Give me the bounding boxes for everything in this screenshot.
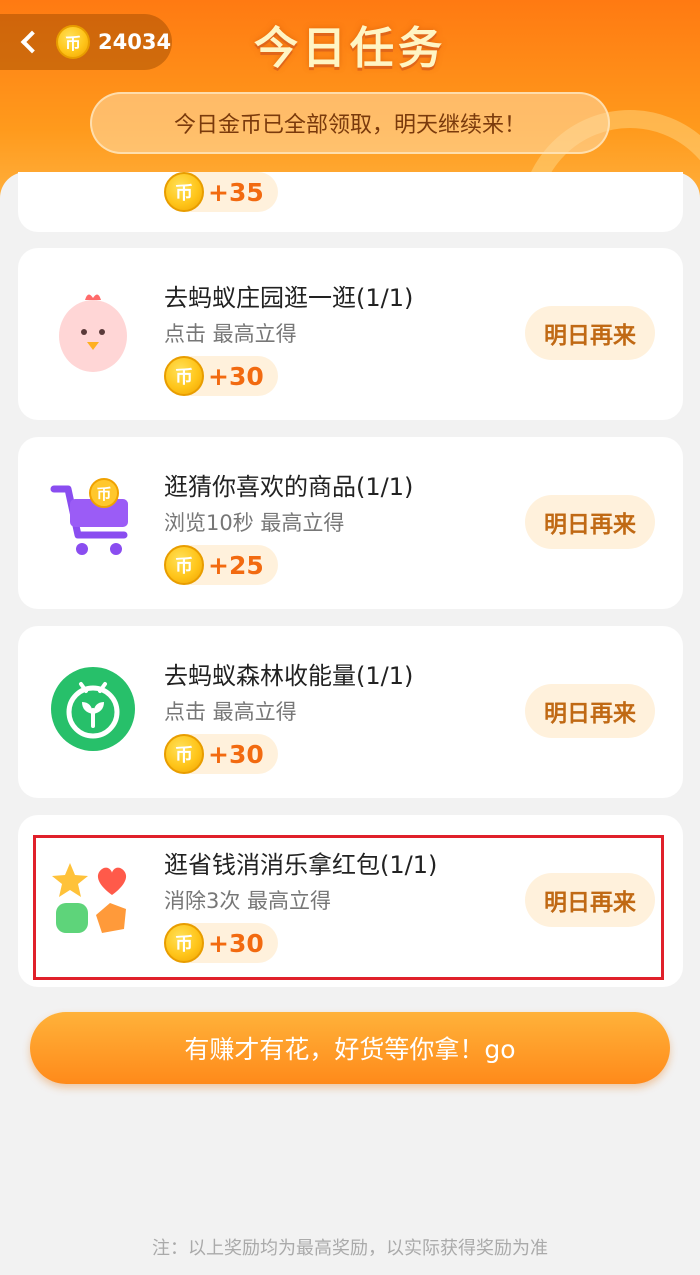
- reward-badge: 币 +30: [164, 923, 278, 963]
- coin-icon: 币: [164, 734, 204, 774]
- coin-icon: 币: [164, 356, 204, 396]
- reward-badge: 币 +30: [164, 356, 278, 396]
- reward-badge: 币 +35: [164, 172, 278, 212]
- notice-banner: 今日金币已全部领取，明天继续来！: [90, 92, 610, 154]
- svg-text:币: 币: [96, 485, 111, 503]
- task-card-partial: 币 +35: [18, 172, 683, 232]
- reward-badge: 币 +25: [164, 545, 278, 585]
- reward-amount: +30: [208, 739, 264, 769]
- task-card-ant-forest: 去蚂蚁森林收能量(1/1) 点击 最高立得 币 +30 明日再来: [18, 626, 683, 798]
- shop-go-button[interactable]: 有赚才有花，好货等你拿！go: [30, 1012, 670, 1084]
- reward-badge: 币 +30: [164, 734, 278, 774]
- task-subtitle: 浏览10秒 最高立得: [164, 511, 345, 535]
- come-back-tomorrow-button[interactable]: 明日再来: [525, 873, 655, 927]
- reward-amount: +30: [208, 928, 264, 958]
- coin-icon: 币: [164, 172, 204, 212]
- task-title: 去蚂蚁庄园逛一逛(1/1): [164, 284, 414, 312]
- come-back-tomorrow-button[interactable]: 明日再来: [525, 684, 655, 738]
- footnote: 注：以上奖励均为最高奖励，以实际获得奖励为准: [152, 1238, 548, 1259]
- shopping-cart-icon: 币: [50, 478, 128, 555]
- chick-icon: [59, 294, 127, 372]
- task-title: 逛猜你喜欢的商品(1/1): [164, 473, 414, 501]
- reward-amount: +30: [208, 361, 264, 391]
- page-title: 今日任务: [254, 23, 446, 74]
- match-game-icon: [52, 863, 127, 933]
- task-subtitle: 点击 最高立得: [164, 700, 297, 724]
- sprout-icon: [51, 667, 135, 751]
- reward-amount: +25: [208, 550, 264, 580]
- reward-amount: +35: [208, 177, 264, 207]
- coin-icon: 币: [164, 923, 204, 963]
- task-title: 逛省钱消消乐拿红包(1/1): [164, 851, 438, 879]
- task-card-ant-farm: 去蚂蚁庄园逛一逛(1/1) 点击 最高立得 币 +30 明日再来: [18, 248, 683, 420]
- task-card-guess-you-like: 币 逛猜你喜欢的商品(1/1) 浏览10秒 最高立得 币 +25 明日再来: [18, 437, 683, 609]
- task-subtitle: 点击 最高立得: [164, 322, 297, 346]
- task-subtitle: 消除3次 最高立得: [164, 889, 332, 913]
- coin-icon: 币: [164, 545, 204, 585]
- task-card-match-game: 逛省钱消消乐拿红包(1/1) 消除3次 最高立得 币 +30 明日再来: [18, 815, 683, 987]
- come-back-tomorrow-button[interactable]: 明日再来: [525, 495, 655, 549]
- task-title: 去蚂蚁森林收能量(1/1): [164, 662, 414, 690]
- come-back-tomorrow-button[interactable]: 明日再来: [525, 306, 655, 360]
